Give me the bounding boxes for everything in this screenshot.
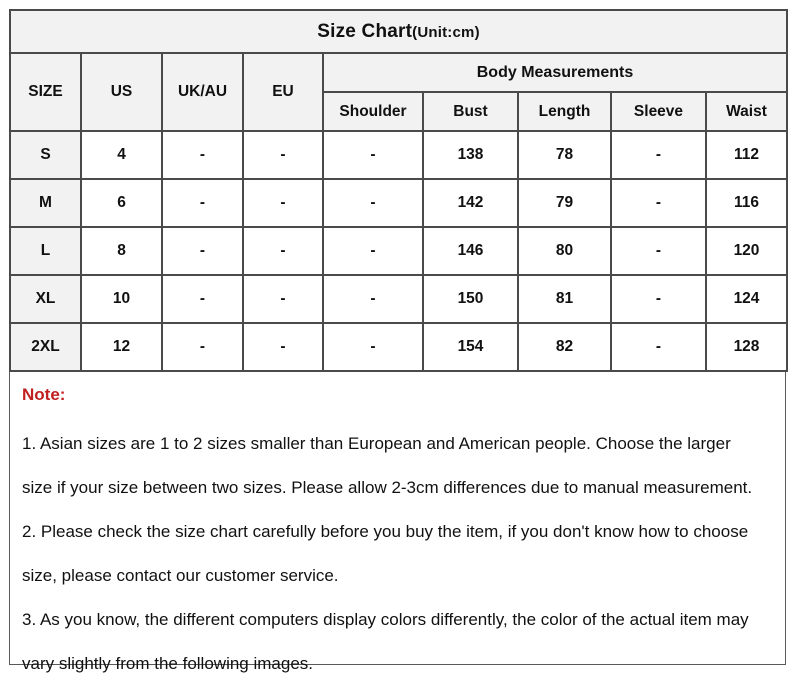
cell-size: M (9, 178, 82, 228)
column-header-shoulder: Shoulder (322, 91, 424, 132)
cell-eu: - (242, 130, 324, 180)
cell-uk-au: - (161, 226, 244, 276)
cell-uk-au: - (161, 130, 244, 180)
note-line: size if your size between two sizes. Ple… (22, 478, 753, 497)
cell-shoulder: - (322, 130, 424, 180)
column-header-uk-au: UK/AU (161, 52, 244, 132)
cell-shoulder: - (322, 178, 424, 228)
cell-size: XL (9, 274, 82, 324)
table-header-row-1: SIZE US UK/AU EU Body Measurements (9, 52, 789, 132)
note-line: 2. Please check the size chart carefully… (22, 522, 749, 541)
cell-size: 2XL (9, 322, 82, 372)
column-header-length: Length (517, 91, 612, 132)
chart-title-unit: (Unit:cm) (412, 23, 480, 41)
cell-sleeve: - (610, 322, 707, 372)
cell-length: 79 (517, 178, 612, 228)
cell-eu: - (242, 322, 324, 372)
column-header-sleeve: Sleeve (610, 91, 707, 132)
cell-length: 81 (517, 274, 612, 324)
cell-sleeve: - (610, 226, 707, 276)
cell-uk-au: - (161, 178, 244, 228)
cell-us: 4 (80, 130, 163, 180)
cell-bust: 150 (422, 274, 519, 324)
cell-us: 10 (80, 274, 163, 324)
table-row: XL 10 - - - 150 81 - 124 (9, 274, 789, 324)
cell-length: 80 (517, 226, 612, 276)
cell-uk-au: - (161, 274, 244, 324)
note-line: size, please contact our customer servic… (22, 566, 339, 585)
column-header-waist: Waist (704, 91, 789, 132)
cell-bust: 142 (422, 178, 519, 228)
cell-us: 6 (80, 178, 163, 228)
column-group-header-body-measurements: Body Measurements (321, 52, 789, 93)
note-line: vary slightly from the following images. (22, 654, 314, 673)
note-section: Note: 1. Asian sizes are 1 to 2 sizes sm… (9, 372, 786, 673)
cell-shoulder: - (322, 274, 424, 324)
column-header-us: US (80, 52, 163, 132)
cell-waist: 112 (704, 130, 789, 180)
cell-bust: 146 (422, 226, 519, 276)
cell-sleeve: - (610, 178, 707, 228)
cell-length: 78 (517, 130, 612, 180)
cell-waist: 116 (704, 178, 789, 228)
cell-waist: 120 (704, 226, 789, 276)
cell-length: 82 (517, 322, 612, 372)
chart-title-cell: Size Chart(Unit:cm) (8, 9, 789, 54)
chart-title-main: Size Chart (317, 20, 413, 42)
size-chart-page: Size Chart(Unit:cm) SIZE US UK/AU EU Bod… (0, 0, 800, 673)
cell-shoulder: - (322, 226, 424, 276)
cell-us: 12 (80, 322, 163, 372)
cell-waist: 124 (704, 274, 789, 324)
cell-eu: - (242, 226, 324, 276)
table-row: L 8 - - - 146 80 - 120 (9, 226, 789, 276)
cell-waist: 128 (704, 322, 789, 372)
cell-eu: - (242, 178, 324, 228)
cell-sleeve: - (610, 130, 707, 180)
cell-bust: 138 (422, 130, 519, 180)
note-line: 1. Asian sizes are 1 to 2 sizes smaller … (22, 434, 731, 453)
cell-size: S (9, 130, 82, 180)
table-row: M 6 - - - 142 79 - 116 (9, 178, 789, 228)
size-chart-table: Size Chart(Unit:cm) SIZE US UK/AU EU Bod… (8, 9, 789, 372)
table-row: 2XL 12 - - - 154 82 - 128 (9, 322, 789, 372)
table-title-row: Size Chart(Unit:cm) (8, 9, 789, 54)
cell-bust: 154 (422, 322, 519, 372)
column-header-bust: Bust (422, 91, 519, 132)
cell-size: L (9, 226, 82, 276)
note-line: 3. As you know, the different computers … (22, 610, 749, 629)
table-row: S 4 - - - 138 78 - 112 (9, 130, 789, 180)
note-title: Note: (22, 385, 66, 404)
column-header-eu: EU (242, 52, 324, 132)
cell-shoulder: - (322, 322, 424, 372)
column-header-size: SIZE (9, 52, 82, 132)
cell-us: 8 (80, 226, 163, 276)
cell-sleeve: - (610, 274, 707, 324)
cell-uk-au: - (161, 322, 244, 372)
cell-eu: - (242, 274, 324, 324)
